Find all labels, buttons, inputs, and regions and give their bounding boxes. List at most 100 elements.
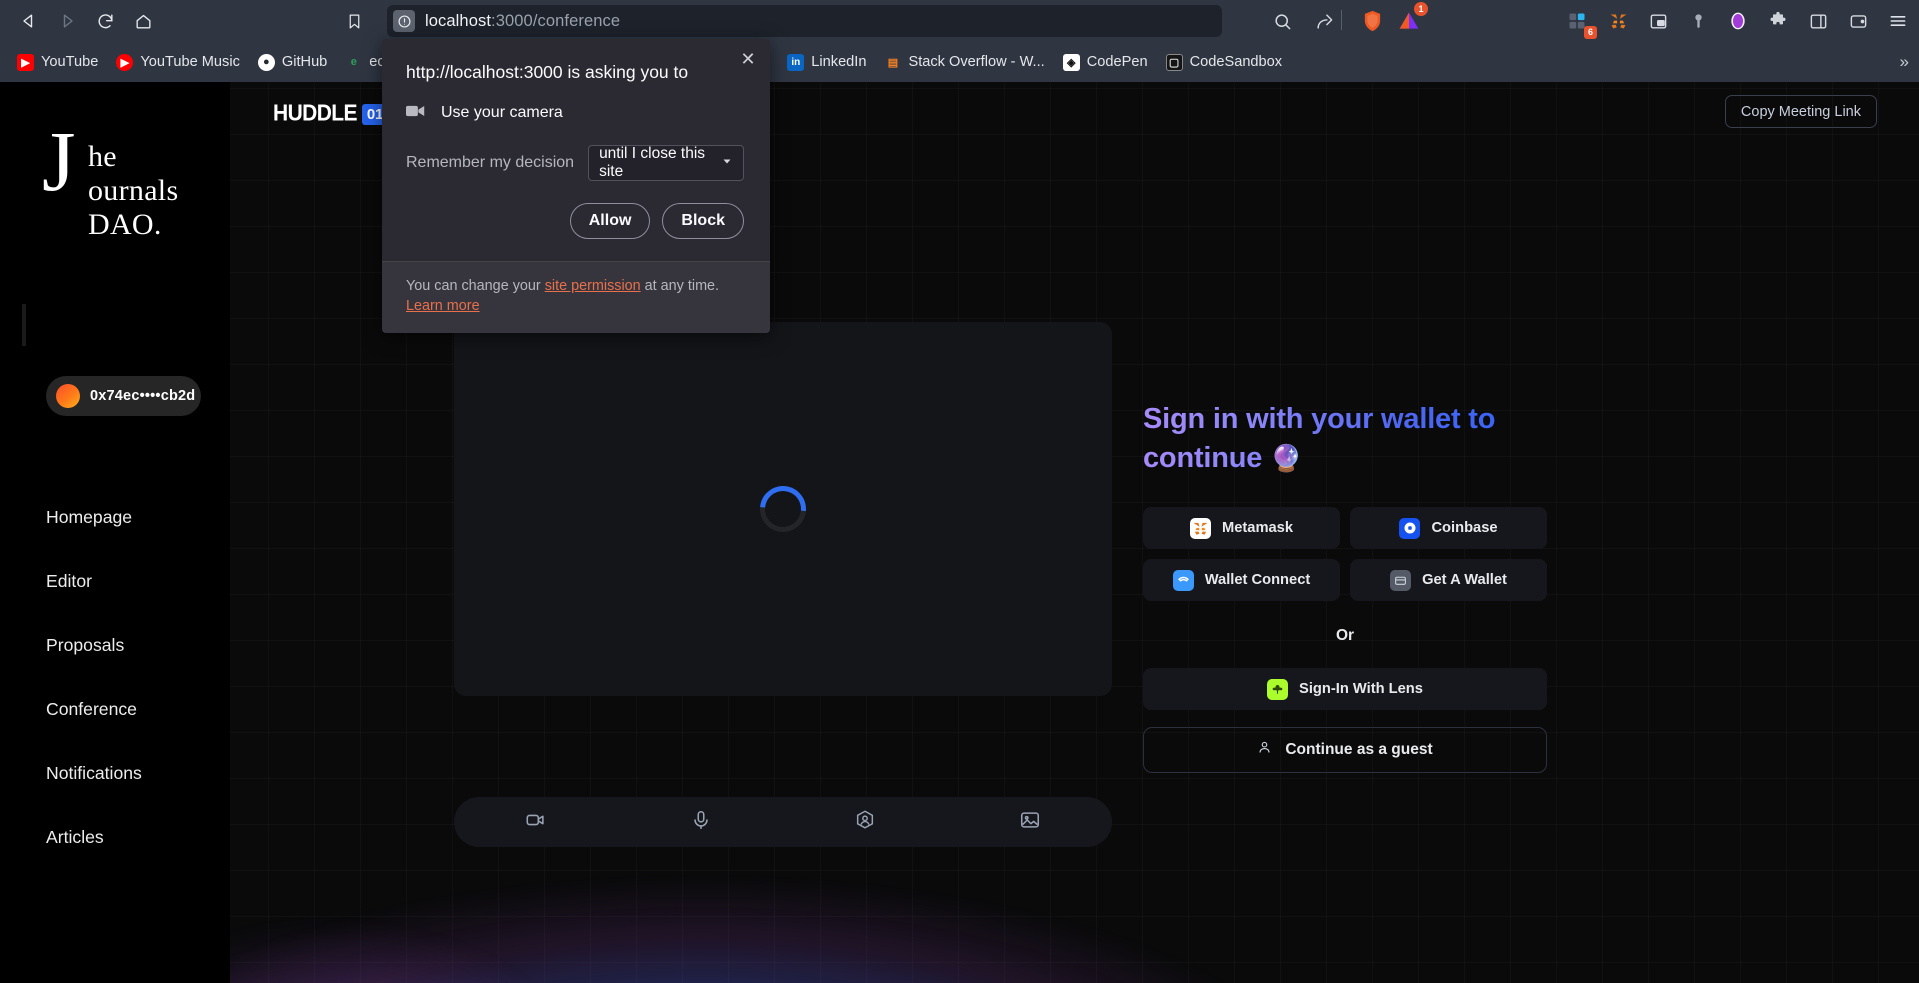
permission-dialog-footer: You can change your site permission at a… bbox=[382, 260, 770, 333]
guest-label: Continue as a guest bbox=[1285, 741, 1433, 759]
learn-more-link[interactable]: Learn more bbox=[406, 298, 480, 314]
sidebar-toggle-icon[interactable] bbox=[1801, 4, 1835, 38]
sidebar-item-proposals[interactable]: Proposals bbox=[46, 635, 226, 656]
change-avatar-button[interactable] bbox=[783, 809, 948, 836]
bookmark-label: LinkedIn bbox=[811, 54, 867, 70]
continue-as-guest-button[interactable]: Continue as a guest bbox=[1143, 727, 1547, 774]
stackoverflow-icon: ▤ bbox=[887, 56, 899, 69]
brave-rewards-icon[interactable]: 1 bbox=[1392, 2, 1428, 38]
puzzle-extensions-icon[interactable] bbox=[1761, 4, 1795, 38]
coinbase-icon bbox=[1399, 517, 1421, 539]
coinbase-signin-button[interactable]: Coinbase bbox=[1350, 507, 1547, 550]
or-separator: Or bbox=[1335, 627, 1355, 645]
walletconnect-signin-button[interactable]: Wallet Connect bbox=[1143, 559, 1340, 602]
sidebar-item-homepage[interactable]: Homepage bbox=[46, 507, 226, 528]
sidebar-navigation: Homepage Editor Proposals Conference Not… bbox=[46, 507, 226, 891]
user-avatar-icon bbox=[854, 809, 876, 836]
video-preview-panel bbox=[454, 322, 1112, 696]
sidebar-accent-bar bbox=[22, 304, 26, 346]
url-text: localhost:3000/conference bbox=[425, 12, 620, 31]
brave-shields-icon[interactable] bbox=[1355, 4, 1389, 38]
sidebar-item-articles[interactable]: Articles bbox=[46, 827, 226, 848]
url-host: localhost bbox=[425, 11, 492, 30]
microphone-icon bbox=[690, 809, 712, 836]
block-button[interactable]: Block bbox=[662, 202, 744, 239]
bookmark-label: CodePen bbox=[1086, 54, 1148, 70]
address-bar[interactable]: localhost:3000/conference bbox=[387, 5, 1222, 37]
signin-heading: Sign in with your wallet to continue 🔮 bbox=[1143, 400, 1547, 477]
logo-drop-cap: J bbox=[42, 113, 76, 209]
signin-panel: Sign in with your wallet to continue 🔮 M… bbox=[1143, 400, 1547, 774]
walletconnect-icon bbox=[1172, 569, 1194, 591]
bookmark-item[interactable]: ▤ Stack Overflow - W... bbox=[875, 48, 1053, 76]
get-wallet-icon bbox=[1390, 569, 1412, 591]
allow-button[interactable]: Allow bbox=[569, 202, 651, 239]
get-a-wallet-button[interactable]: Get A Wallet bbox=[1350, 559, 1547, 602]
huddle-wordmark: HUDDLE bbox=[273, 100, 358, 127]
site-permission-link[interactable]: site permission bbox=[545, 278, 641, 294]
picture-in-picture-icon[interactable] bbox=[1641, 4, 1675, 38]
site-info-warning-icon[interactable] bbox=[393, 10, 415, 32]
bookmark-item[interactable]: ▶ YouTube Music bbox=[107, 48, 249, 76]
bookmark-label: CodeSandbox bbox=[1189, 54, 1283, 70]
wallet-address-chip[interactable]: 0x74ec••••cb2d bbox=[46, 376, 201, 416]
back-button[interactable] bbox=[10, 2, 48, 40]
metamask-extension-icon[interactable] bbox=[1601, 4, 1635, 38]
sidebar-item-conference[interactable]: Conference bbox=[46, 699, 226, 720]
codesandbox-icon: ▢ bbox=[1165, 53, 1183, 71]
reload-button[interactable] bbox=[86, 2, 124, 40]
share-icon[interactable] bbox=[1307, 4, 1341, 38]
search-icon[interactable] bbox=[1265, 4, 1299, 38]
wallet-label: Wallet Connect bbox=[1204, 572, 1311, 589]
copy-meeting-link-button[interactable]: Copy Meeting Link bbox=[1724, 95, 1877, 128]
signin-heading-text: Sign in with your wallet to continue bbox=[1143, 403, 1496, 474]
password-manager-icon[interactable] bbox=[1681, 4, 1715, 38]
extensions-grid-icon[interactable]: 6 bbox=[1560, 4, 1597, 39]
web-page: J he ournals DAO. 0x74ec••••cb2d Homepag… bbox=[0, 82, 1919, 983]
lens-icon bbox=[1267, 678, 1289, 700]
camera-icon bbox=[406, 104, 425, 123]
sidebar-item-editor[interactable]: Editor bbox=[46, 571, 226, 592]
wallet-label: Metamask bbox=[1221, 520, 1294, 537]
youtube-music-icon: ▶ bbox=[116, 53, 134, 71]
permission-footer-text: You can change your site permission at a… bbox=[406, 278, 746, 294]
remember-decision-select[interactable]: until I close this site bbox=[588, 144, 744, 181]
brave-wallet-icon[interactable] bbox=[1841, 4, 1875, 38]
footer-suffix: at any time. bbox=[640, 277, 720, 294]
remember-decision-label: Remember my decision bbox=[406, 153, 575, 171]
sidebar-item-notifications[interactable]: Notifications bbox=[46, 763, 226, 784]
rainbow-wallet-icon[interactable] bbox=[1721, 4, 1755, 38]
site-logo[interactable]: J he ournals DAO. bbox=[42, 118, 217, 241]
close-icon[interactable]: ✕ bbox=[736, 47, 760, 71]
video-camera-icon bbox=[525, 809, 547, 836]
bookmark-item[interactable]: ● GitHub bbox=[249, 48, 336, 76]
wallet-label: Coinbase bbox=[1431, 520, 1498, 537]
permission-request-row: Use your camera bbox=[406, 104, 744, 123]
wallet-avatar bbox=[56, 384, 80, 408]
remember-decision-row: Remember my decision until I close this … bbox=[406, 144, 744, 181]
youtube-icon: ▶ bbox=[17, 53, 34, 71]
bookmark-item[interactable]: ▶ YouTube bbox=[8, 48, 107, 76]
image-icon bbox=[1019, 809, 1041, 836]
metamask-signin-button[interactable]: Metamask bbox=[1143, 507, 1340, 550]
permission-request-label: Use your camera bbox=[441, 104, 563, 122]
bookmark-item[interactable]: in LinkedIn bbox=[778, 48, 875, 76]
lens-label: Sign-In With Lens bbox=[1299, 681, 1423, 698]
toggle-camera-button[interactable] bbox=[454, 809, 619, 836]
media-controls-bar bbox=[454, 797, 1112, 847]
toggle-microphone-button[interactable] bbox=[619, 809, 784, 836]
bookmark-item[interactable]: ▢ CodeSandbox bbox=[1157, 48, 1292, 76]
loading-spinner bbox=[750, 476, 816, 542]
change-background-button[interactable] bbox=[948, 809, 1113, 836]
remember-decision-value: until I close this site bbox=[599, 144, 706, 180]
lens-signin-button[interactable]: Sign-In With Lens bbox=[1143, 668, 1547, 711]
crystal-ball-icon: 🔮 bbox=[1270, 442, 1303, 473]
home-button[interactable] bbox=[124, 2, 162, 40]
bookmark-icon[interactable] bbox=[335, 2, 373, 40]
bookmarks-overflow-button[interactable]: » bbox=[1900, 52, 1909, 72]
forward-button[interactable] bbox=[48, 2, 86, 40]
wallet-label: Get A Wallet bbox=[1422, 572, 1507, 589]
wallet-options-grid: Metamask Coinbase Wallet Connect Get A W… bbox=[1143, 507, 1547, 602]
bookmark-item[interactable]: ◈ CodePen bbox=[1054, 48, 1157, 76]
browser-menu-icon[interactable] bbox=[1881, 4, 1915, 38]
